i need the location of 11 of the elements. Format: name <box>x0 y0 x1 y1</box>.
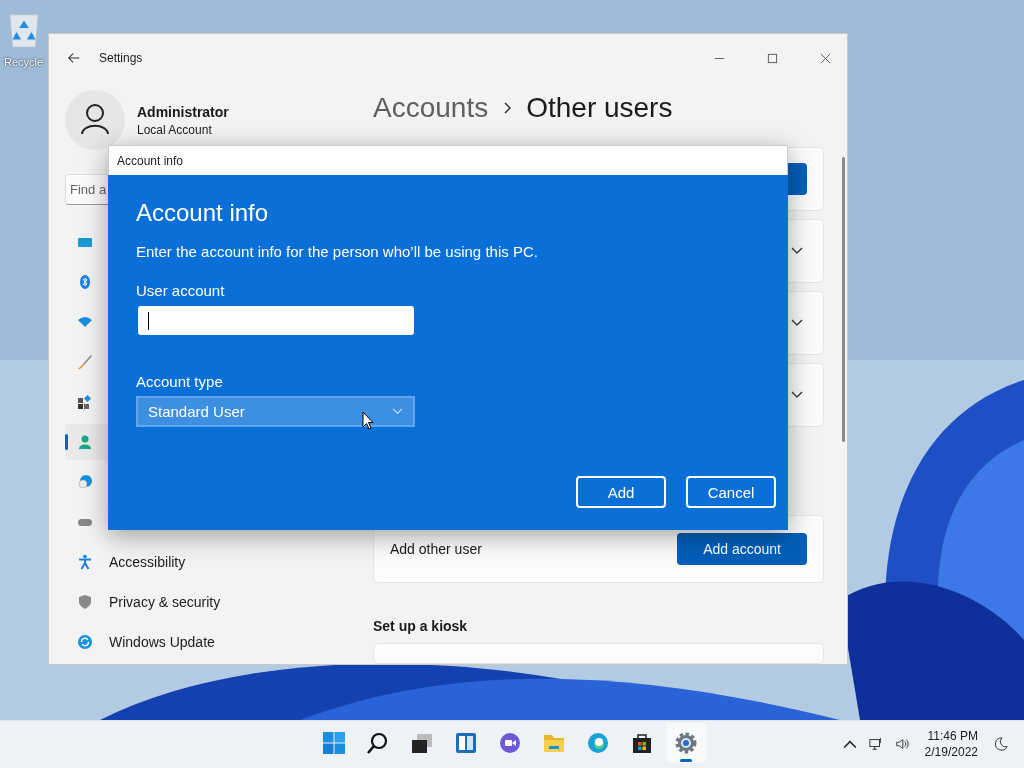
profile-name: Administrator <box>137 103 229 120</box>
dialog-heading: Account info <box>136 199 269 227</box>
card-label: Add other user <box>390 541 482 557</box>
dialog-description: Enter the account info for the person who’ll be using this PC. <box>136 243 538 260</box>
page-title: Other users <box>526 92 673 124</box>
dialog-title: Account info <box>117 153 184 168</box>
field-label: Account type <box>136 373 223 390</box>
account-type-label: Local Account <box>137 122 213 137</box>
window-title: Settings <box>99 51 143 65</box>
field-label: User account <box>136 282 225 299</box>
section-heading: Set up a kiosk <box>373 618 469 634</box>
